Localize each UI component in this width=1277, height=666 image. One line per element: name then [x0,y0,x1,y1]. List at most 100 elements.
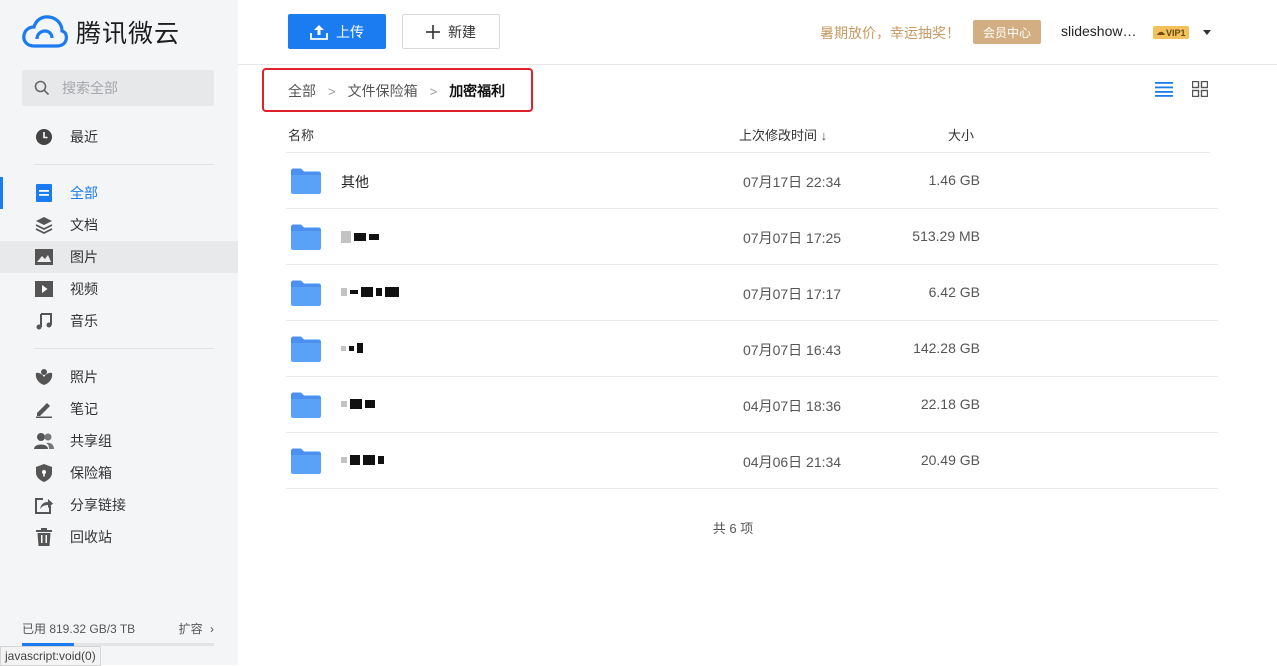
modified-date: 04月06日 21:34 [743,454,842,470]
folder-icon [291,336,321,367]
sidebar-item-all[interactable]: 全部 [0,177,238,209]
sort-down-arrow-icon: ↓ [820,128,828,143]
file-name-obscured[interactable] [341,399,375,409]
expand-storage-link[interactable]: 扩容 › [179,620,214,637]
expand-label: 扩容 [178,622,203,636]
upload-button[interactable]: 上传 [288,14,386,49]
logo[interactable]: 腾讯微云 [22,14,180,50]
cloud-icon: ☁ [1156,27,1165,37]
sidebar-item-recent[interactable]: 最近 [0,121,238,153]
breadcrumb: 全部 > 文件保险箱 > 加密福利 [288,81,505,101]
sidebar-item-video[interactable]: 视频 [0,273,238,305]
file-name-obscured[interactable] [341,231,379,243]
divider [34,348,214,349]
vip-badge: ☁ VIP1 [1153,26,1189,39]
storage-used: 已用 819.32 GB/3 TB [22,622,136,636]
column-header-modified[interactable]: 上次修改时间 ↓ [739,125,827,144]
app-name: 腾讯微云 [76,19,181,48]
modified-date: 07月07日 16:43 [743,342,842,358]
sidebar-item-label: 笔记 [70,401,98,417]
user-menu-dropdown-icon[interactable] [1203,30,1211,35]
vip-badge-label: VIP1 [1166,27,1186,38]
upload-label: 上传 [336,23,364,40]
grid-view-button[interactable] [1191,80,1209,102]
search-box[interactable] [22,70,214,106]
table-row[interactable]: 07月07日 16:43 142.28 GB [286,321,1218,377]
sidebar-item-label: 视频 [70,281,98,297]
chevron-right-icon: > [328,83,336,99]
promo-link[interactable]: 暑期放价，幸运抽奖！ [820,23,960,43]
username[interactable]: slideshow… [1061,23,1136,39]
status-bar-url: javascript:void(0) [0,646,101,666]
column-header-label: 上次修改时间 [739,128,818,143]
sidebar-item-documents[interactable]: 文档 [0,209,238,241]
chevron-right-icon: > [429,83,438,99]
sidebar-item-music[interactable]: 音乐 [0,305,238,337]
users-icon [34,431,54,451]
folder-icon [291,280,321,311]
search-input[interactable] [62,80,192,96]
sidebar-item-label: 全部 [70,185,98,201]
modified-date: 07月07日 17:17 [743,286,842,302]
file-name[interactable]: 其他 [341,172,369,192]
sidebar-item-share-links[interactable]: 分享链接 [0,489,238,521]
file-name-obscured[interactable] [341,455,384,465]
modified-date: 07月17日 22:34 [743,174,842,190]
music-note-icon [34,311,54,331]
file-size: 22.18 GB [920,396,980,412]
photo-leaf-icon [34,367,54,387]
sidebar-item-label: 照片 [70,369,98,385]
folder-icon [291,448,321,479]
all-files-icon [34,183,54,203]
sidebar-item-shared-group[interactable]: 共享组 [0,425,238,457]
sidebar-item-label: 文档 [70,217,98,233]
table-row[interactable]: 07月07日 17:25 513.29 MB [286,209,1218,265]
upload-icon [310,24,328,40]
shield-icon [34,463,54,483]
plus-icon [426,24,440,39]
sidebar: 腾讯微云 最近 全部 文档 图片 视频 [0,0,238,665]
file-size: 513.29 MB [912,228,980,244]
table-row[interactable]: 04月06日 21:34 20.49 GB [286,433,1218,489]
file-size: 142.28 GB [913,340,980,356]
column-header-size[interactable]: 大小 [948,125,974,144]
vip-center-button[interactable]: 会员中心 [973,20,1041,44]
sidebar-item-label: 共享组 [70,433,112,449]
share-icon [34,495,54,515]
new-label: 新建 [448,23,476,40]
file-size: 1.46 GB [928,172,980,188]
file-name-obscured[interactable] [341,343,363,353]
storage-info: 已用 819.32 GB/3 TB 扩容 › [22,620,214,637]
sidebar-item-images[interactable]: 图片 [0,241,238,273]
list-view-icon [1155,82,1173,97]
file-name-obscured[interactable] [341,287,399,297]
sidebar-item-notes[interactable]: 笔记 [0,393,238,425]
sidebar-item-label: 最近 [70,129,98,145]
modified-date: 07月07日 17:25 [743,230,842,246]
chevron-right-icon: › [210,622,214,636]
table-row[interactable]: 07月07日 17:17 6.42 GB [286,265,1218,321]
search-icon [34,80,50,96]
table-row[interactable]: 其他 07月17日 22:34 1.46 GB [286,153,1218,209]
new-button[interactable]: 新建 [402,14,500,49]
cloud-logo-icon [22,15,68,48]
sidebar-item-label: 图片 [70,249,98,265]
sidebar-item-label: 音乐 [70,313,98,329]
file-size: 6.42 GB [928,284,980,300]
clock-icon [34,127,54,147]
file-size: 20.49 GB [920,452,980,468]
breadcrumb-item[interactable]: 文件保险箱 [348,81,418,101]
sidebar-item-label: 分享链接 [70,497,126,513]
modified-date: 04月07日 18:36 [743,398,842,414]
column-header-name[interactable]: 名称 [288,125,314,144]
total-count: 共 6 项 [712,521,754,536]
play-icon [34,279,54,299]
breadcrumb-item[interactable]: 全部 [288,81,316,101]
list-view-button[interactable] [1155,81,1173,102]
sidebar-item-photos[interactable]: 照片 [0,361,238,393]
pencil-icon [34,399,54,419]
folder-icon [291,168,321,199]
table-row[interactable]: 04月07日 18:36 22.18 GB [286,377,1218,433]
sidebar-item-safe[interactable]: 保险箱 [0,457,238,489]
sidebar-item-label: 保险箱 [70,465,112,481]
